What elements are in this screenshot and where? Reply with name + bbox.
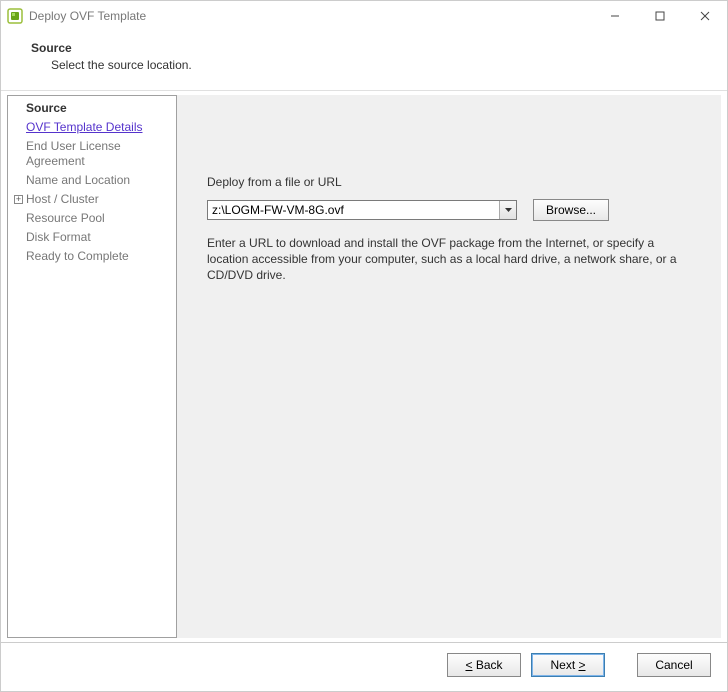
step-name-location: Name and Location	[14, 172, 170, 189]
titlebar: Deploy OVF Template	[1, 1, 727, 31]
source-input[interactable]	[208, 201, 499, 219]
plus-icon[interactable]: +	[14, 195, 23, 204]
back-label: Back	[476, 658, 503, 672]
step-source[interactable]: Source	[14, 100, 170, 117]
app-icon	[7, 8, 23, 24]
wizard-window: Deploy OVF Template Source Select the so…	[0, 0, 728, 692]
step-host-cluster-label: Host / Cluster	[26, 192, 99, 207]
close-button[interactable]	[682, 1, 727, 31]
field-label: Deploy from a file or URL	[207, 175, 701, 189]
browse-button[interactable]: Browse...	[533, 199, 609, 221]
step-ovf-template-details[interactable]: OVF Template Details	[14, 119, 170, 136]
window-controls	[592, 1, 727, 31]
step-eula: End User License Agreement	[14, 138, 170, 170]
main-panel: Deploy from a file or URL Browse... Ente…	[177, 95, 721, 638]
input-row: Browse...	[207, 199, 701, 221]
step-resource-pool: Resource Pool	[14, 210, 170, 227]
step-ready-complete: Ready to Complete	[14, 248, 170, 265]
maximize-button[interactable]	[637, 1, 682, 31]
window-title: Deploy OVF Template	[29, 9, 592, 23]
next-button[interactable]: Next >	[531, 653, 605, 677]
back-button[interactable]: < Back	[447, 653, 521, 677]
source-combo[interactable]	[207, 200, 517, 220]
page-title: Source	[31, 41, 707, 55]
dropdown-button[interactable]	[499, 201, 516, 219]
next-label: Next	[550, 658, 578, 672]
wizard-body: Source OVF Template Details End User Lic…	[7, 95, 721, 638]
page-subtitle: Select the source location.	[31, 58, 707, 72]
step-disk-format: Disk Format	[14, 229, 170, 246]
wizard-footer: < Back Next > Cancel	[1, 642, 727, 691]
cancel-button[interactable]: Cancel	[637, 653, 711, 677]
wizard-header: Source Select the source location.	[1, 31, 727, 91]
steps-sidebar: Source OVF Template Details End User Lic…	[7, 95, 177, 638]
minimize-button[interactable]	[592, 1, 637, 31]
step-host-cluster[interactable]: + Host / Cluster	[14, 191, 170, 208]
help-text: Enter a URL to download and install the …	[207, 235, 677, 284]
